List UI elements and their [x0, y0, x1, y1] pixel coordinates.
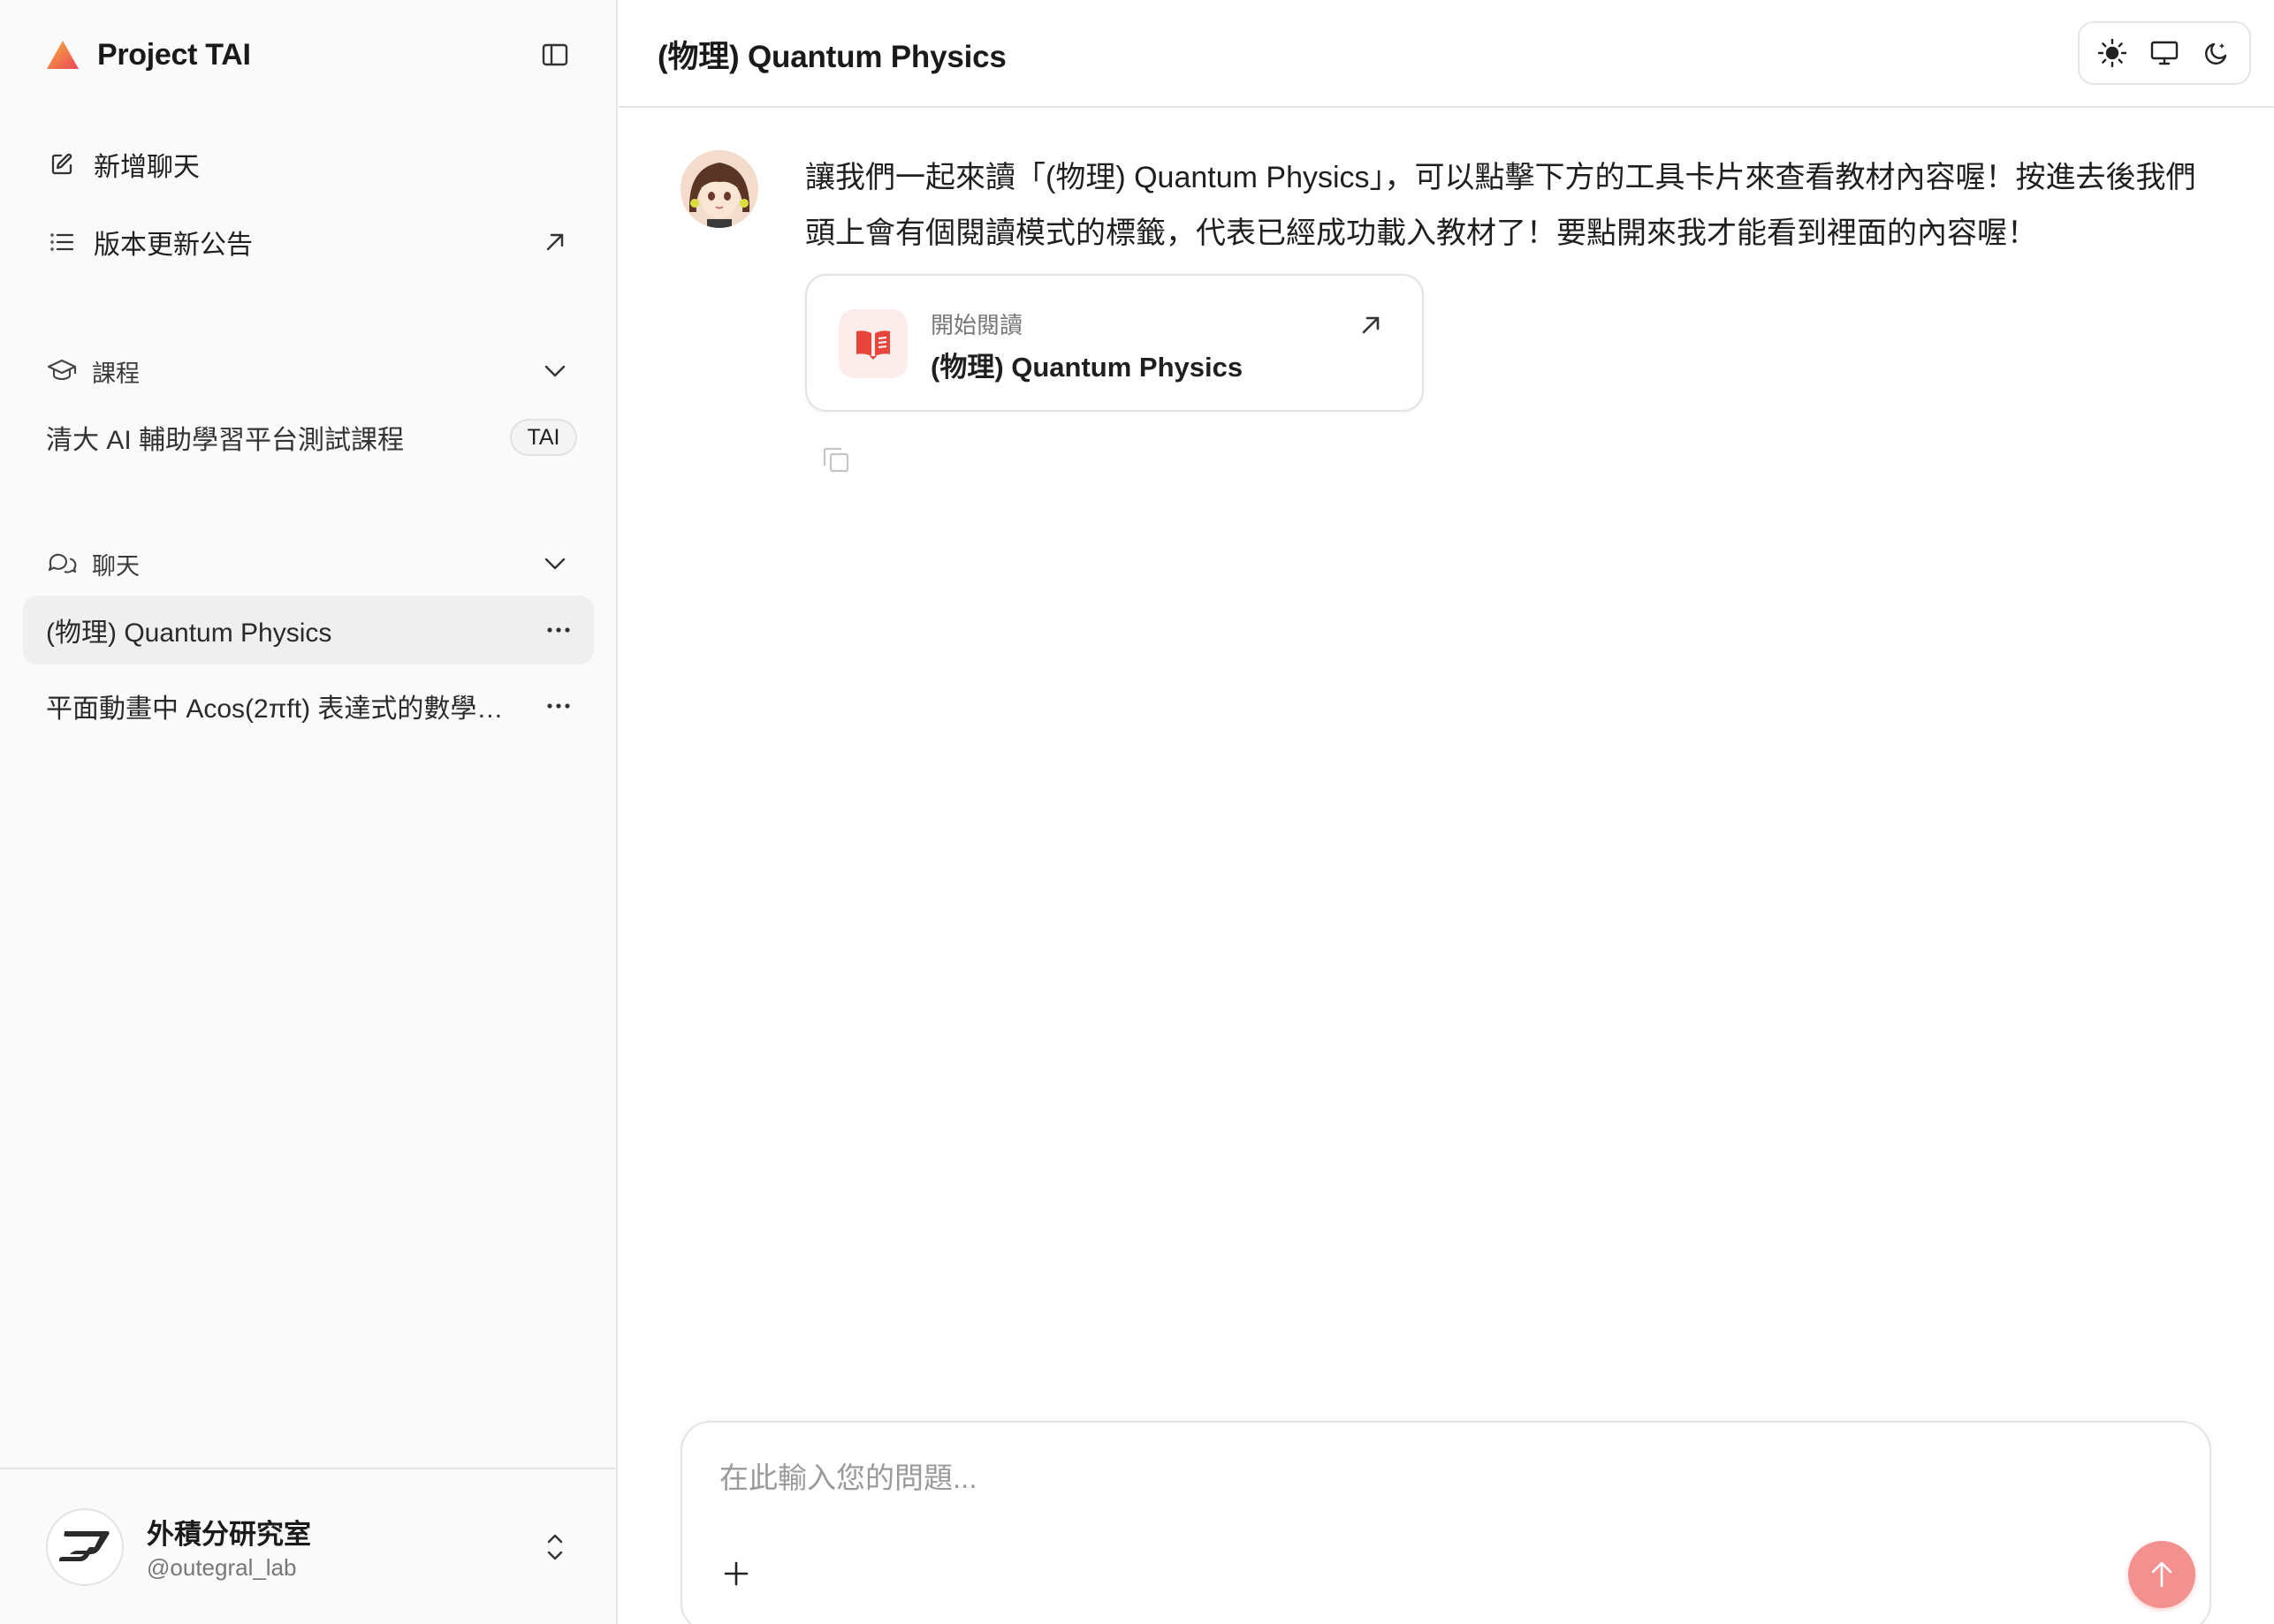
edit-icon: [46, 148, 78, 180]
user-avatar: [46, 1508, 124, 1586]
more-options-icon[interactable]: [539, 611, 578, 649]
sidebar-panel-icon: [542, 43, 568, 66]
course-item[interactable]: 清大 AI 輔助學習平台測試課程: [46, 415, 576, 459]
card-kicker: 開始閱讀: [931, 312, 1023, 338]
chat-item-animation-math[interactable]: 平面動畫中 Acos(2πft) 表達式的數學解析: [23, 672, 594, 740]
changelog-label: 版本更新公告: [94, 231, 253, 260]
assistant-message-text: 讓我們一起來讀「(物理) Quantum Physics」，可以點擊下方的工具卡…: [805, 161, 2196, 250]
sun-icon: [2098, 38, 2127, 68]
chat-item-label: (物理) Quantum Physics: [46, 618, 332, 648]
copy-icon: [823, 447, 849, 473]
chevron-up-down-icon[interactable]: [536, 1528, 574, 1567]
courses-section-header[interactable]: 課程: [46, 352, 140, 391]
app-window: Project TAI 新增聊天 版本更新公告 課程 清大 AI 輔助學習平台測…: [0, 0, 2274, 1624]
more-options-icon[interactable]: [539, 687, 578, 725]
chat-bubbles-icon: [46, 548, 78, 580]
chats-section-header[interactable]: 聊天: [46, 544, 140, 583]
book-icon: [839, 309, 908, 378]
chat-item-label: 平面動畫中 Acos(2πft) 表達式的數學解析: [46, 694, 523, 724]
new-chat-label: 新增聊天: [94, 153, 200, 182]
card-title: (物理) Quantum Physics: [931, 352, 1243, 383]
chats-chevron-down-icon[interactable]: [539, 548, 571, 580]
chat-item-quantum-physics[interactable]: (物理) Quantum Physics: [23, 596, 594, 664]
send-button[interactable]: [2128, 1541, 2195, 1608]
attach-button[interactable]: [714, 1552, 758, 1596]
brand-name: Project TAI: [97, 37, 251, 72]
changelog-link[interactable]: 版本更新公告: [46, 219, 253, 265]
chat-header: (物理) Quantum Physics: [619, 0, 2274, 108]
course-badge: TAI: [510, 419, 577, 456]
user-name: 外積分研究室: [147, 1519, 311, 1550]
sidebar-toggle-button[interactable]: [536, 35, 574, 74]
light-theme-button[interactable]: [2091, 32, 2133, 74]
outegral-logo-icon: [59, 1531, 110, 1561]
sidebar: Project TAI 新增聊天 版本更新公告 課程 清大 AI 輔助學習平台測…: [0, 0, 618, 1624]
external-link-icon[interactable]: [539, 226, 571, 258]
theme-switcher: [2078, 21, 2251, 85]
assistant-avatar: [681, 150, 758, 228]
list-icon: [46, 226, 78, 258]
system-theme-button[interactable]: [2143, 32, 2186, 74]
chat-main: (物理) Quantum Physics 讓我們一起來讀「(物理) Quantu…: [619, 0, 2274, 1624]
user-profile-menu[interactable]: 外積分研究室 @outegral_lab: [0, 1468, 616, 1624]
question-input[interactable]: [719, 1456, 2133, 1500]
composer: [681, 1421, 2211, 1624]
courses-heading: 課程: [92, 360, 140, 387]
start-reading-card[interactable]: 開始閱讀 (物理) Quantum Physics: [805, 274, 1424, 412]
copy-message-button[interactable]: [818, 442, 854, 477]
user-handle: @outegral_lab: [147, 1554, 297, 1581]
courses-chevron-down-icon[interactable]: [539, 355, 571, 387]
brand[interactable]: Project TAI: [46, 34, 251, 76]
graduation-cap-icon: [46, 355, 78, 387]
arrow-up-right-icon: [1353, 307, 1388, 343]
new-chat-button[interactable]: 新增聊天: [46, 141, 200, 187]
plus-icon: [724, 1561, 749, 1586]
course-item-label: 清大 AI 輔助學習平台測試課程: [46, 426, 405, 455]
page-title: (物理) Quantum Physics: [658, 40, 1007, 74]
monitor-icon: [2150, 41, 2179, 65]
moon-icon: [2204, 42, 2226, 65]
chats-heading: 聊天: [92, 552, 140, 580]
arrow-up-icon: [2151, 1561, 2172, 1588]
dark-theme-button[interactable]: [2195, 32, 2238, 74]
triangle-logo-icon: [46, 37, 81, 72]
